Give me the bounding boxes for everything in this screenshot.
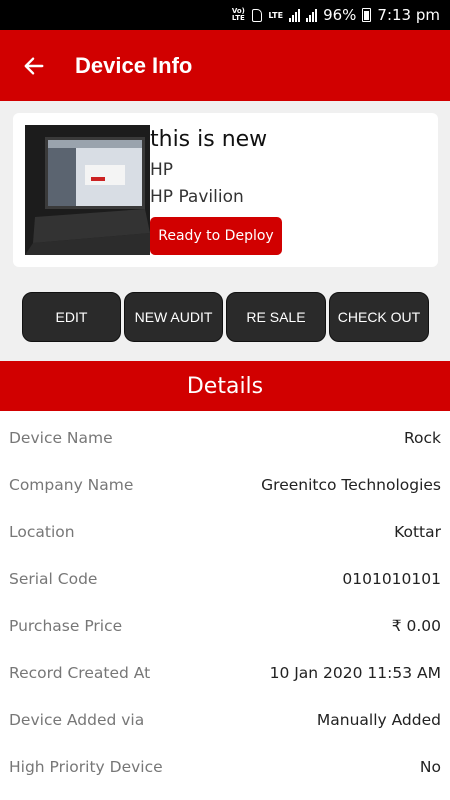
clock: 7:13 pm	[377, 6, 440, 24]
detail-row-record-created-at: Record Created At 10 Jan 2020 11:53 AM	[0, 649, 450, 696]
app-bar: Device Info	[0, 30, 450, 101]
detail-label: Record Created At	[9, 663, 151, 682]
detail-label: Device Name	[9, 428, 113, 447]
detail-value: Rock	[403, 428, 441, 447]
arrow-left-icon	[24, 56, 44, 75]
device-model: HP Pavilion	[150, 187, 244, 207]
device-photo[interactable]	[25, 125, 150, 255]
laptop-photo-image	[25, 125, 150, 255]
page-title: Device Info	[75, 52, 193, 78]
battery-percent: 96%	[323, 6, 357, 24]
detail-value: No	[419, 757, 441, 776]
detail-row-high-priority: High Priority Device No	[0, 743, 450, 790]
detail-row-device-added-via: Device Added via Manually Added	[0, 696, 450, 743]
volte-indicator: Vo) LTE	[231, 7, 245, 22]
status-badge[interactable]: Ready to Deploy	[150, 217, 282, 255]
detail-row-serial-code: Serial Code 0101010101	[0, 555, 450, 602]
status-bar: Vo) LTE LTE 96% 7:13 pm	[0, 0, 450, 30]
new-audit-button[interactable]: NEW AUDIT	[124, 292, 223, 342]
device-brand: HP	[150, 160, 174, 180]
edit-button[interactable]: EDIT	[22, 292, 121, 342]
detail-value: 10 Jan 2020 11:53 AM	[269, 663, 441, 682]
signal-icon	[289, 8, 301, 22]
detail-row-company-name: Company Name Greenitco Technologies	[0, 461, 450, 508]
detail-value: Manually Added	[316, 710, 441, 729]
details-list: Device Name Rock Company Name Greenitco …	[0, 411, 450, 800]
detail-row-device-name: Device Name Rock	[0, 414, 450, 461]
detail-row-location: Location Kottar	[0, 508, 450, 555]
detail-value: ₹ 0.00	[391, 616, 441, 635]
check-out-button[interactable]: CHECK OUT	[329, 292, 429, 342]
detail-label: Company Name	[9, 475, 134, 494]
signal-icon	[306, 8, 318, 22]
detail-value: Kottar	[394, 522, 441, 541]
device-title: this is new	[150, 127, 268, 152]
detail-row-purchase-price: Purchase Price ₹ 0.00	[0, 602, 450, 649]
detail-value: Greenitco Technologies	[261, 475, 441, 494]
battery-icon	[362, 8, 372, 22]
detail-label: Purchase Price	[9, 616, 123, 635]
detail-label: Device Added via	[9, 710, 145, 729]
detail-value: 0101010101	[342, 569, 441, 588]
detail-label: High Priority Device	[9, 757, 163, 776]
sim-icon	[252, 8, 263, 22]
back-button[interactable]	[0, 30, 70, 101]
detail-label: Location	[9, 522, 75, 541]
detail-label: Serial Code	[9, 569, 98, 588]
lte-indicator: LTE	[268, 10, 284, 20]
details-header: Details	[0, 361, 450, 411]
re-sale-button[interactable]: RE SALE	[226, 292, 326, 342]
